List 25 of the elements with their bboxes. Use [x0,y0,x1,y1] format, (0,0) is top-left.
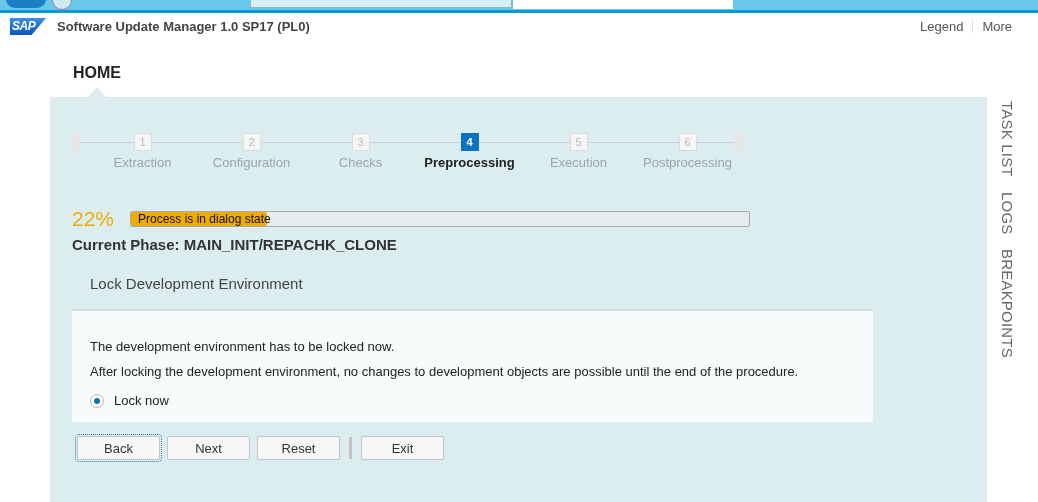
step-label: Checks [338,155,383,170]
header-link[interactable]: Legend [920,19,964,34]
step-number[interactable]: 4 [460,133,479,151]
step-label: Execution [549,155,608,170]
step-label: Extraction [113,155,172,170]
step-label: Configuration [212,155,291,170]
current-phase: Current Phase: MAIN_INIT/REPACHK_CLONE [72,236,398,253]
step-label: Preprocessing [424,155,515,170]
action-button[interactable]: Reset [257,436,340,460]
side-tab[interactable]: TASK LIST [999,101,1016,177]
action-button[interactable]: Exit [361,436,444,460]
side-tab[interactable]: LOGS [999,191,1016,235]
logo: SAP [10,18,46,35]
action-button[interactable]: Next [167,436,250,460]
progress-percent: 22% [72,207,116,231]
option-label[interactable]: Lock now [114,393,169,408]
home-tab[interactable]: HOME [73,64,121,82]
radio-button[interactable] [90,393,104,408]
header-link[interactable]: More [982,19,1012,34]
app-title: Software Update Manager 1.0 SP17 (PL0) [57,19,310,34]
side-tab[interactable]: BREAKPOINTS [999,249,1016,359]
dialog-text: After locking the development environment, no changes to development objects are possible until the end of the procedure. [90,364,800,379]
dialog-text: The development environment has to be locked now. [90,339,396,354]
step-label: Postprocessing [643,155,732,170]
action-button[interactable]: Back [77,436,160,460]
